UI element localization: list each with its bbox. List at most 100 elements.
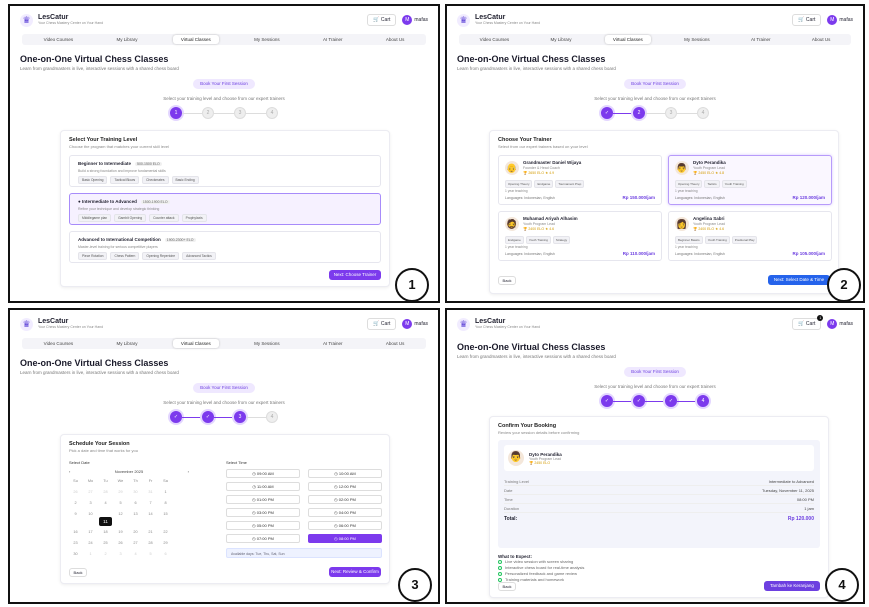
nav-virtual-classes[interactable]: Virtual Classes: [172, 339, 219, 348]
calendar-day[interactable]: 12: [114, 510, 127, 519]
calendar-day[interactable]: 5: [114, 499, 127, 508]
time-slot[interactable]: ◷ 09:00 AM: [226, 469, 300, 478]
calendar-day[interactable]: 22: [159, 528, 172, 537]
add-to-cart-button[interactable]: Tambah ke Keranjang: [764, 581, 820, 591]
time-slot[interactable]: ◷ 06:00 PM: [308, 521, 382, 530]
calendar-day[interactable]: 26: [69, 488, 82, 497]
calendar-day[interactable]: 3: [114, 550, 127, 559]
calendar-day[interactable]: 28: [144, 539, 157, 548]
nav-my-sessions[interactable]: My Sessions: [246, 339, 288, 348]
calendar-day[interactable]: 27: [84, 488, 97, 497]
time-slot[interactable]: ◷ 03:00 PM: [226, 508, 300, 517]
nav-my-library[interactable]: My Library: [108, 339, 145, 348]
cart-button[interactable]: 🛒 Cart: [367, 318, 397, 330]
book-first-session-button[interactable]: Book Your First Session: [624, 367, 686, 377]
calendar-day[interactable]: 4: [99, 499, 112, 508]
cart-button[interactable]: 🛒 Cart 1: [792, 315, 824, 330]
time-slot[interactable]: ◷ 12:00 PM: [308, 482, 382, 491]
calendar-day[interactable]: 3: [84, 499, 97, 508]
user-menu[interactable]: Mmafas: [827, 15, 853, 25]
back-button[interactable]: Back: [498, 276, 516, 285]
nav-ai-trainer[interactable]: AI Trainer: [743, 35, 779, 44]
calendar-day[interactable]: 17: [84, 528, 97, 537]
user-menu[interactable]: Mmafas: [827, 319, 853, 329]
cart-button[interactable]: 🛒 Cart: [367, 14, 397, 26]
back-button[interactable]: Back: [69, 568, 87, 577]
calendar-day[interactable]: 25: [99, 539, 112, 548]
nav-video-courses[interactable]: Video Courses: [472, 35, 517, 44]
next-select-date-button[interactable]: Next: Select Date & Time: [768, 275, 830, 285]
nav-ai-trainer[interactable]: AI Trainer: [315, 339, 351, 348]
next-review-confirm-button[interactable]: Next: Review & Confirm: [329, 567, 381, 577]
calendar-day[interactable]: 29: [159, 539, 172, 548]
nav-my-sessions[interactable]: My Sessions: [246, 35, 288, 44]
level-option-intermediate[interactable]: ● Intermediate to Advanced 1500-1900 ELO …: [69, 193, 381, 225]
brand[interactable]: ♛ LesCatur Your Chess Mastery Center on Y…: [20, 317, 103, 331]
calendar-day[interactable]: 15: [159, 510, 172, 519]
calendar-day[interactable]: 16: [69, 528, 82, 537]
calendar-day[interactable]: 5: [144, 550, 157, 559]
calendar-day[interactable]: 2: [69, 499, 82, 508]
nav-video-courses[interactable]: Video Courses: [36, 35, 81, 44]
calendar-day[interactable]: 4: [129, 550, 142, 559]
book-first-session-button[interactable]: Book Your First Session: [193, 79, 255, 89]
nav-my-library[interactable]: My Library: [542, 35, 579, 44]
user-menu[interactable]: Mmafas: [402, 319, 428, 329]
calendar-day[interactable]: 9: [69, 510, 82, 519]
level-option-advanced[interactable]: Advanced to International Competition 190…: [69, 231, 381, 263]
nav-my-sessions[interactable]: My Sessions: [676, 35, 718, 44]
calendar-day[interactable]: 30: [129, 488, 142, 497]
calendar-day[interactable]: 21: [144, 528, 157, 537]
calendar-day[interactable]: 1: [159, 488, 172, 497]
brand[interactable]: ♛ LesCatur Your Chess Mastery Center on Y…: [457, 13, 540, 27]
user-menu[interactable]: Mmafas: [402, 15, 428, 25]
trainer-option-angelina[interactable]: 👩 Angelina Sabri Youth Program Lead 🏆 24…: [668, 211, 832, 261]
calendar-day[interactable]: 27: [129, 539, 142, 548]
calendar-day[interactable]: 29: [114, 488, 127, 497]
nav-ai-trainer[interactable]: AI Trainer: [315, 35, 351, 44]
time-slot[interactable]: ◷ 10:00 AM: [308, 469, 382, 478]
prev-month-icon[interactable]: ‹: [69, 469, 70, 474]
time-slot[interactable]: ◷ 11:00 AM: [226, 482, 300, 491]
cart-button[interactable]: 🛒 Cart: [792, 14, 822, 26]
calendar-day[interactable]: 11: [99, 517, 112, 526]
calendar-day[interactable]: 14: [144, 510, 157, 519]
time-slot[interactable]: ◷ 04:00 PM: [308, 508, 382, 517]
book-first-session-button[interactable]: Book Your First Session: [624, 79, 686, 89]
calendar-day[interactable]: 24: [84, 539, 97, 548]
trainer-option-muhamad[interactable]: 🧔 Muhamad Ariyah Alhasim Youth Program L…: [498, 211, 662, 261]
calendar-day[interactable]: 6: [129, 499, 142, 508]
nav-virtual-classes[interactable]: Virtual Classes: [604, 35, 651, 44]
calendar-day[interactable]: 10: [84, 510, 97, 519]
calendar-day[interactable]: 28: [99, 488, 112, 497]
level-option-beginner[interactable]: Beginner to Intermediate 500-1500 ELO Bui…: [69, 155, 381, 187]
time-slot[interactable]: ◷ 05:00 PM: [226, 521, 300, 530]
calendar-day[interactable]: 6: [159, 550, 172, 559]
nav-video-courses[interactable]: Video Courses: [36, 339, 81, 348]
back-button[interactable]: Back: [498, 582, 516, 591]
trainer-option-daniel[interactable]: 👴 Grandmaster Daniel Wijaya Founder & He…: [498, 155, 662, 205]
time-slot[interactable]: ◷ 02:00 PM: [308, 495, 382, 504]
nav-about-us[interactable]: About Us: [378, 339, 413, 348]
brand[interactable]: ♛ LesCatur Your Chess Mastery Center on Y…: [20, 13, 103, 27]
book-first-session-button[interactable]: Book Your First Session: [193, 383, 255, 393]
calendar-day[interactable]: 31: [144, 488, 157, 497]
calendar-day[interactable]: 20: [129, 528, 142, 537]
nav-my-library[interactable]: My Library: [108, 35, 145, 44]
next-month-icon[interactable]: ›: [188, 469, 189, 474]
nav-about-us[interactable]: About Us: [804, 35, 839, 44]
brand[interactable]: ♛ LesCatur Your Chess Mastery Center on Y…: [457, 317, 540, 331]
calendar-day[interactable]: 2: [99, 550, 112, 559]
calendar-day[interactable]: 1: [84, 550, 97, 559]
time-slot[interactable]: ◷ 08:00 PM: [308, 534, 382, 543]
nav-about-us[interactable]: About Us: [378, 35, 413, 44]
calendar-day[interactable]: 26: [114, 539, 127, 548]
calendar-day[interactable]: 23: [69, 539, 82, 548]
calendar-day[interactable]: 8: [159, 499, 172, 508]
calendar-day[interactable]: 13: [129, 510, 142, 519]
next-choose-trainer-button[interactable]: Next: Choose Trainer: [329, 270, 381, 280]
calendar-day[interactable]: 30: [69, 550, 82, 559]
time-slot[interactable]: ◷ 01:00 PM: [226, 495, 300, 504]
time-slot[interactable]: ◷ 07:00 PM: [226, 534, 300, 543]
nav-virtual-classes[interactable]: Virtual Classes: [172, 35, 219, 44]
